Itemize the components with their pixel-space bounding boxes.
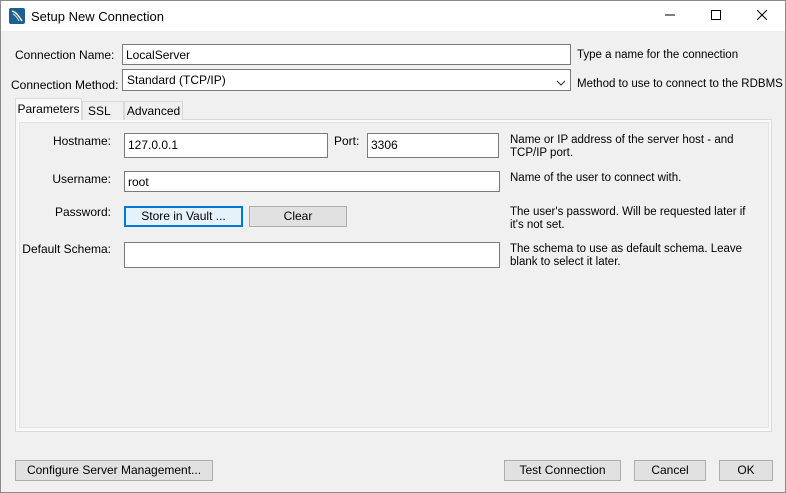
password-hint: The user's password. Will be requested l… bbox=[510, 206, 746, 231]
cancel-button[interactable]: Cancel bbox=[634, 460, 706, 481]
connection-method-hint: Method to use to connect to the RDBMS bbox=[577, 78, 783, 90]
connection-name-hint: Type a name for the connection bbox=[577, 49, 739, 61]
tab-advanced[interactable]: Advanced bbox=[124, 101, 183, 120]
username-input[interactable]: root bbox=[124, 171, 500, 192]
maximize-icon bbox=[711, 9, 721, 23]
port-input[interactable]: 3306 bbox=[367, 133, 499, 158]
default-schema-input[interactable] bbox=[124, 242, 500, 268]
chevron-down-icon bbox=[556, 74, 566, 94]
tab-parameters[interactable]: Parameters bbox=[15, 98, 82, 120]
connection-method-select[interactable]: Standard (TCP/IP) bbox=[122, 69, 571, 91]
port-label: Port: bbox=[334, 134, 360, 148]
connection-name-input[interactable]: LocalServer bbox=[122, 44, 571, 65]
hostname-hint: Name or IP address of the server host - … bbox=[510, 134, 734, 159]
default-schema-label: Default Schema: bbox=[22, 242, 111, 256]
configure-server-management-button[interactable]: Configure Server Management... bbox=[15, 460, 213, 481]
title-bar[interactable]: Setup New Connection bbox=[1, 1, 785, 31]
hostname-input[interactable]: 127.0.0.1 bbox=[124, 133, 328, 158]
parameters-panel bbox=[19, 122, 769, 428]
minimize-button[interactable] bbox=[647, 1, 693, 31]
close-button[interactable] bbox=[739, 1, 785, 31]
tab-label: SSL bbox=[88, 104, 111, 118]
connection-method-label: Connection Method: bbox=[11, 78, 119, 92]
username-hint: Name of the user to connect with. bbox=[510, 172, 682, 184]
store-in-vault-button[interactable]: Store in Vault ... bbox=[124, 206, 243, 227]
clear-password-button[interactable]: Clear bbox=[249, 206, 347, 227]
connection-name-label: Connection Name: bbox=[15, 48, 115, 62]
mysql-workbench-icon bbox=[9, 8, 25, 24]
tab-ssl[interactable]: SSL bbox=[82, 101, 124, 120]
tab-label: Parameters bbox=[17, 102, 80, 116]
test-connection-button[interactable]: Test Connection bbox=[504, 460, 621, 481]
ok-button[interactable]: OK bbox=[719, 460, 773, 481]
close-icon bbox=[756, 9, 768, 23]
hostname-label: Hostname: bbox=[52, 134, 111, 148]
minimize-icon bbox=[665, 9, 675, 23]
setup-connection-dialog: Setup New Connection Connection Name: Lo… bbox=[0, 0, 786, 493]
window-title: Setup New Connection bbox=[31, 9, 164, 24]
maximize-button[interactable] bbox=[693, 1, 739, 31]
connection-method-value: Standard (TCP/IP) bbox=[127, 73, 226, 87]
username-label: Username: bbox=[52, 172, 111, 186]
password-label: Password: bbox=[54, 205, 111, 219]
default-schema-hint: The schema to use as default schema. Lea… bbox=[510, 243, 743, 268]
tab-label: Advanced bbox=[126, 104, 181, 118]
